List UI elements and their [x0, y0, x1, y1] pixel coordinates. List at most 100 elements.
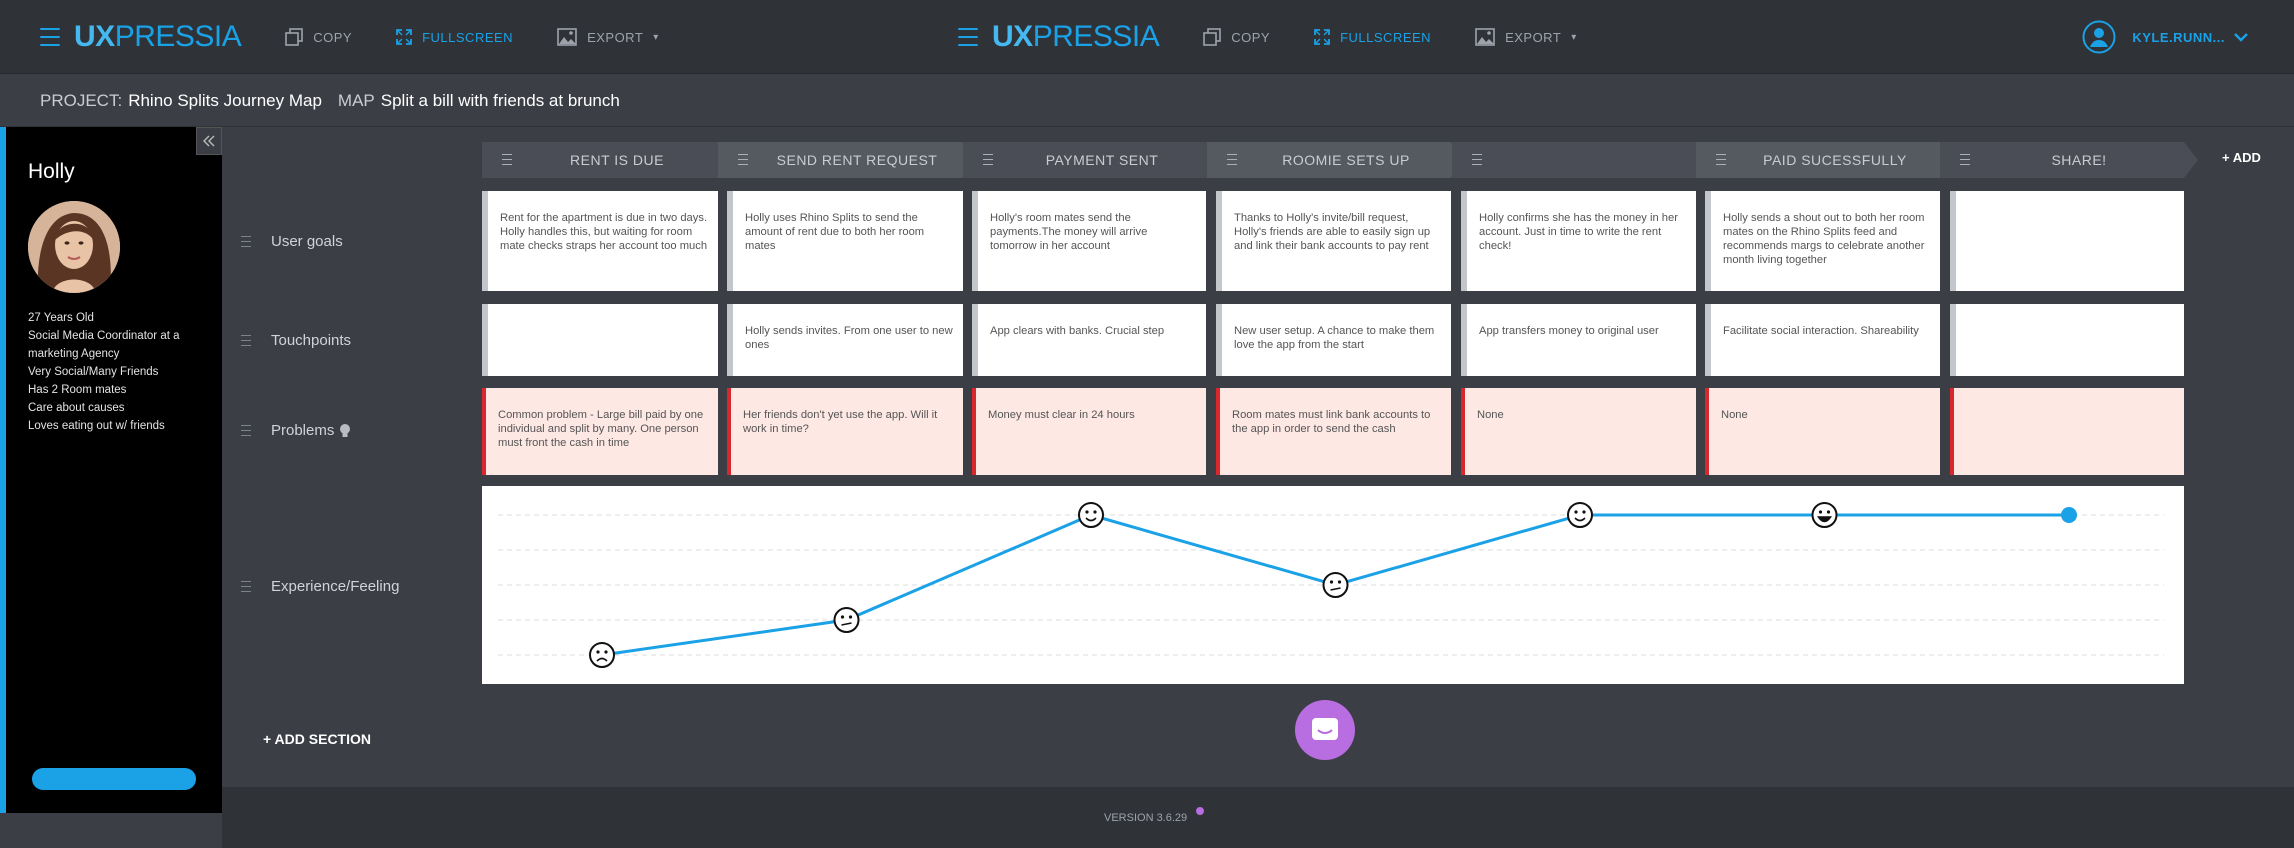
goal-card[interactable] — [1950, 191, 2184, 291]
stage-header[interactable]: PAYMENT SENT — [963, 142, 1221, 178]
top-toolbar: UXPRESSIA COPY FULLSCREEN EXPORT ▾ UXPRES… — [0, 0, 2294, 74]
row-label-experience: Experience/Feeling — [271, 578, 400, 595]
row-label-touchpoints: Touchpoints — [271, 332, 352, 349]
chevron-down-icon: ▾ — [1571, 31, 1577, 43]
touchpoint-card[interactable]: New user setup. A chance to make them lo… — [1216, 304, 1451, 376]
drag-handle-icon[interactable] — [1472, 154, 1482, 165]
problem-card[interactable]: None — [1705, 388, 1940, 475]
chat-button[interactable] — [1295, 700, 1355, 760]
fullscreen-button[interactable]: FULLSCREEN — [396, 29, 513, 45]
goal-card[interactable]: Thanks to Holly's invite/bill request, H… — [1216, 191, 1451, 291]
chat-icon — [1312, 718, 1338, 740]
export-button[interactable]: EXPORT ▾ — [1475, 28, 1577, 46]
problem-card[interactable]: Her friends don't yet use the app. Will … — [727, 388, 963, 475]
chevron-down-icon — [2234, 33, 2248, 42]
drag-handle-icon[interactable] — [738, 154, 748, 165]
project-label: PROJECT: — [40, 90, 123, 110]
face-eye — [1582, 510, 1586, 514]
touchpoint-card[interactable]: Facilitate social interaction. Shareabil… — [1705, 304, 1940, 376]
fullscreen-button[interactable]: FULLSCREEN — [1314, 29, 1431, 45]
drag-handle-icon[interactable] — [241, 335, 251, 346]
face-eye — [1329, 580, 1334, 584]
stage-header[interactable]: RENT IS DUE — [482, 142, 732, 178]
drag-handle-icon[interactable] — [502, 154, 512, 165]
double-chevron-left-icon — [203, 135, 215, 147]
add-stage-button[interactable]: + ADD — [2222, 150, 2261, 165]
touchpoint-card[interactable]: App clears with banks. Crucial step — [972, 304, 1206, 376]
touchpoint-card[interactable] — [1950, 304, 2184, 376]
chart-point — [2061, 507, 2077, 523]
face-eye — [1826, 510, 1831, 514]
app-logo[interactable]: UXPRESSIA — [992, 20, 1160, 54]
map-name[interactable]: Split a bill with friends at brunch — [381, 91, 620, 111]
drag-handle-icon[interactable] — [983, 154, 993, 165]
user-menu[interactable]: KYLE.RUNN... — [2082, 0, 2249, 74]
experience-chart-svg — [498, 502, 2164, 668]
persona-action-button[interactable] — [32, 768, 196, 790]
stage-header[interactable]: ROOMIE SETS UP — [1207, 142, 1465, 178]
problem-card[interactable]: Money must clear in 24 hours — [972, 388, 1206, 475]
export-button[interactable]: EXPORT ▾ — [557, 28, 659, 46]
menu-icon[interactable] — [40, 28, 60, 46]
user-name: KYLE.RUNN... — [2132, 29, 2225, 45]
app-logo[interactable]: UXPRESSIA — [74, 20, 242, 54]
persona-name: Holly — [28, 160, 75, 183]
drag-handle-icon[interactable] — [1716, 154, 1726, 165]
copy-button[interactable]: COPY — [1203, 28, 1270, 46]
drag-handle-icon[interactable] — [241, 236, 251, 247]
chart-point-neutral-face — [1322, 572, 1349, 598]
goal-card[interactable]: Rent for the apartment is due in two day… — [482, 191, 718, 291]
row-label-problems: Problems — [271, 422, 351, 439]
goal-card[interactable]: Holly sends a shout out to both her room… — [1705, 191, 1940, 291]
chart-point-neutral-face — [833, 607, 860, 633]
problem-card[interactable] — [1950, 388, 2184, 475]
drag-handle-icon[interactable] — [241, 425, 251, 436]
notification-dot — [1196, 807, 1204, 815]
image-icon — [1475, 28, 1495, 46]
persona-detail: Very Social/Many Friends — [28, 366, 159, 378]
face-eye — [848, 615, 853, 619]
project-name[interactable]: Rhino Splits Journey Map — [128, 91, 322, 111]
chevron-down-icon: ▾ — [653, 31, 659, 43]
stage-header[interactable]: PAID SUCESSFULLY — [1696, 142, 1954, 178]
touchpoint-card[interactable]: App transfers money to original user — [1461, 304, 1696, 376]
touchpoint-card[interactable]: Holly sends invites. From one user to ne… — [727, 304, 963, 376]
drag-handle-icon[interactable] — [1960, 154, 1970, 165]
goal-card[interactable]: Holly uses Rhino Splits to send the amou… — [727, 191, 963, 291]
chart-point-grin-face — [1811, 502, 1838, 528]
touchpoint-card[interactable] — [482, 304, 718, 376]
experience-chart — [482, 486, 2184, 684]
face-eye — [1093, 510, 1097, 514]
chart-point-happy-face — [1078, 502, 1104, 528]
fullscreen-icon — [1314, 29, 1330, 45]
map-label: MAP — [337, 90, 375, 110]
stage-header[interactable] — [1452, 142, 1710, 178]
goal-card[interactable]: Holly confirms she has the money in her … — [1461, 191, 1696, 291]
version-label: VERSION 3.6.29 — [1104, 812, 1188, 824]
persona-details: 27 Years Old Social Media Coordinator at… — [28, 309, 208, 435]
menu-icon[interactable] — [958, 28, 978, 46]
persona-avatar — [28, 201, 120, 293]
add-section-button[interactable]: + ADD SECTION — [263, 731, 371, 747]
problem-card[interactable]: Common problem - Large bill paid by one … — [482, 388, 718, 475]
problem-card[interactable]: Room mates must link bank accounts to th… — [1216, 388, 1451, 475]
stage-header[interactable]: SHARE! — [1940, 142, 2198, 178]
face-eye — [1085, 510, 1089, 514]
face-eye — [840, 615, 845, 619]
lightbulb-icon — [340, 423, 351, 437]
drag-handle-icon[interactable] — [241, 581, 251, 592]
copy-icon — [1203, 28, 1222, 46]
drag-handle-icon[interactable] — [1227, 154, 1237, 165]
goal-card[interactable]: Holly's room mates send the payments.The… — [972, 191, 1206, 291]
face-eye — [1574, 510, 1578, 514]
persona-detail: Social Media Coordinator at a marketing … — [28, 330, 180, 360]
chart-point-happy-face — [1567, 502, 1593, 528]
face-eye — [604, 650, 608, 654]
copy-icon — [285, 28, 304, 46]
collapse-sidebar-button[interactable] — [196, 127, 222, 155]
persona-detail: Care about causes — [28, 402, 125, 414]
stage-header[interactable]: SEND RENT REQUEST — [718, 142, 976, 178]
problem-card[interactable]: None — [1461, 388, 1696, 475]
copy-button[interactable]: COPY — [285, 28, 352, 46]
row-label-user-goals: User goals — [271, 233, 343, 250]
